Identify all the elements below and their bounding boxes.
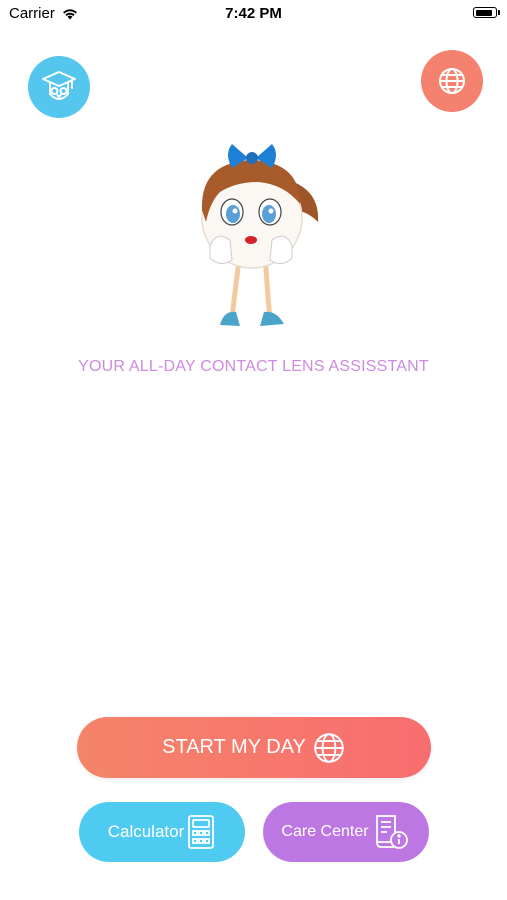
care-center-label: Care Center [281, 823, 369, 840]
calculator-label: Calculator [107, 822, 185, 841]
battery-level [475, 9, 492, 16]
tagline: YOUR ALL-DAY CONTACT LENS ASSISSTANT [78, 358, 429, 375]
language-button[interactable] [421, 50, 483, 112]
battery-icon [473, 7, 500, 18]
book-info-icon [375, 815, 408, 849]
status-time: 7:42 PM [225, 5, 282, 22]
calculator-icon [188, 815, 215, 849]
mascot-illustration [201, 144, 319, 326]
care-center-button[interactable]: Care Center [263, 802, 429, 862]
globe-icon [439, 68, 465, 94]
status-bar: Carrier 7:42 PM [0, 0, 507, 30]
globe-icon [314, 732, 344, 763]
start-my-day-label: START MY DAY [162, 736, 306, 758]
learn-button[interactable] [28, 56, 90, 118]
start-my-day-button[interactable]: START MY DAY [77, 717, 431, 778]
graduation-owl-icon [42, 71, 76, 100]
calculator-button[interactable]: Calculator [79, 802, 245, 862]
